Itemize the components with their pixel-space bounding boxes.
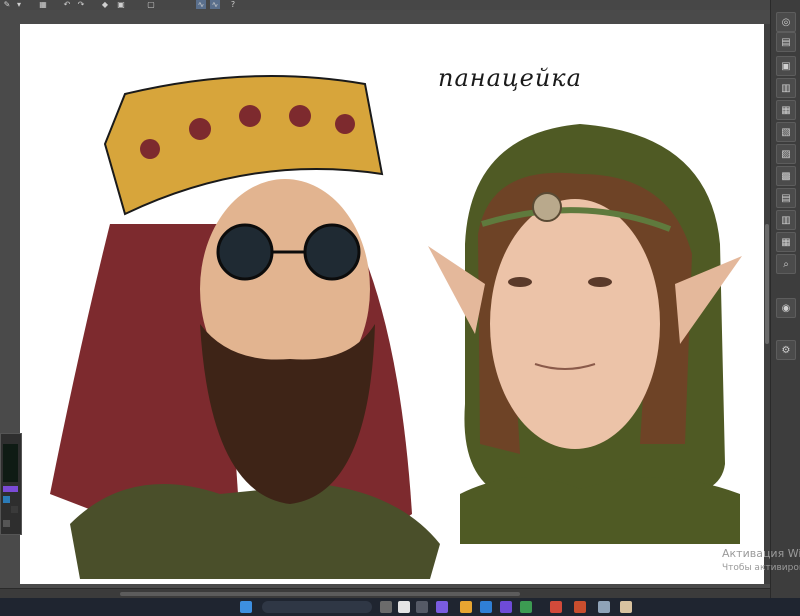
history-icon[interactable]: ▨: [776, 144, 796, 164]
pen-icon[interactable]: ∿: [210, 0, 220, 9]
property-icon[interactable]: ▥: [776, 78, 796, 98]
crown-gem-5: [335, 114, 355, 134]
eyedropper-icon[interactable]: [3, 520, 10, 527]
main-color-swatch[interactable]: [3, 444, 18, 482]
grid-icon[interactable]: ▦: [38, 0, 48, 9]
windows-start-icon[interactable]: [240, 601, 252, 613]
glasses-left-lens: [216, 223, 274, 281]
dropdown-icon[interactable]: ▾: [14, 0, 24, 9]
sub-tool-icon[interactable]: ▤: [776, 188, 796, 208]
elf-eye-right: [588, 277, 612, 287]
elf-face: [490, 199, 660, 449]
transparent-swatch[interactable]: [11, 506, 18, 513]
app-icon-3[interactable]: [520, 601, 532, 613]
select-icon[interactable]: ▢: [146, 0, 156, 9]
taskbar-search[interactable]: [262, 601, 372, 613]
watermark-title: Активация Wi: [722, 547, 800, 560]
transform-icon[interactable]: ▣: [116, 0, 126, 9]
store-icon[interactable]: [480, 601, 492, 613]
help-icon[interactable]: ?: [228, 0, 238, 9]
elf-eye-left: [508, 277, 532, 287]
search-icon[interactable]: ⌕: [776, 254, 796, 274]
chat-icon[interactable]: [416, 601, 428, 613]
workspace: панацейка: [0, 10, 770, 588]
lasso-icon[interactable]: ∿: [196, 0, 206, 9]
color-icon[interactable]: ▧: [776, 122, 796, 142]
os-taskbar: [0, 598, 800, 616]
zoom-icon[interactable]: ◎: [776, 12, 796, 32]
app-icon-5[interactable]: [574, 601, 586, 613]
crown-gem-4: [289, 105, 311, 127]
layer-icon[interactable]: ▤: [776, 32, 796, 52]
explorer-icon[interactable]: [460, 601, 472, 613]
handwritten-caption: панацейка: [438, 64, 582, 92]
elf-cloak: [460, 477, 740, 544]
crown-gem-3: [239, 105, 261, 127]
color-slider[interactable]: [3, 486, 18, 492]
crown-gem-1: [140, 139, 160, 159]
brush-icon[interactable]: ✎: [2, 0, 12, 9]
drawing-canvas[interactable]: панацейка: [20, 24, 764, 584]
scrollbar-thumb[interactable]: [765, 224, 769, 344]
brush-size-icon[interactable]: ▦: [776, 100, 796, 120]
widget-icon[interactable]: [398, 601, 410, 613]
tool-property-icon[interactable]: ▥: [776, 210, 796, 230]
circlet-gem: [532, 192, 562, 222]
taskview-icon[interactable]: [380, 601, 392, 613]
watermark-subtitle: Чтобы активирова: [722, 563, 800, 573]
fill-icon[interactable]: ◆: [100, 0, 110, 9]
navigator-icon[interactable]: ▣: [776, 56, 796, 76]
illustration: [50, 75, 742, 579]
redo-icon[interactable]: ↷: [76, 0, 86, 9]
camera-icon[interactable]: ◉: [776, 298, 796, 318]
right-icon-panel: ◎ ▤ ▣ ▥ ▦ ▧ ▨ ▩ ▤ ▥ ▦ ⌕ ◉ ⚙: [770, 0, 800, 606]
app-icon-1[interactable]: [436, 601, 448, 613]
app-icon-7[interactable]: [620, 601, 632, 613]
glasses-right-lens: [303, 223, 361, 281]
horizontal-scrollbar[interactable]: [120, 592, 520, 596]
app-icon-6[interactable]: [598, 601, 610, 613]
crown-gem-2: [189, 118, 211, 140]
material-icon[interactable]: ▩: [776, 166, 796, 186]
app-icon-4[interactable]: [550, 601, 562, 613]
color-panel: [0, 433, 22, 535]
settings-icon[interactable]: ⚙: [776, 340, 796, 360]
layer-property-icon[interactable]: ▦: [776, 232, 796, 252]
app-icon-2[interactable]: [500, 601, 512, 613]
undo-icon[interactable]: ↶: [62, 0, 72, 9]
sub-color-swatch[interactable]: [3, 496, 10, 503]
activation-watermark: Активация Wi Чтобы активирова: [722, 546, 800, 576]
